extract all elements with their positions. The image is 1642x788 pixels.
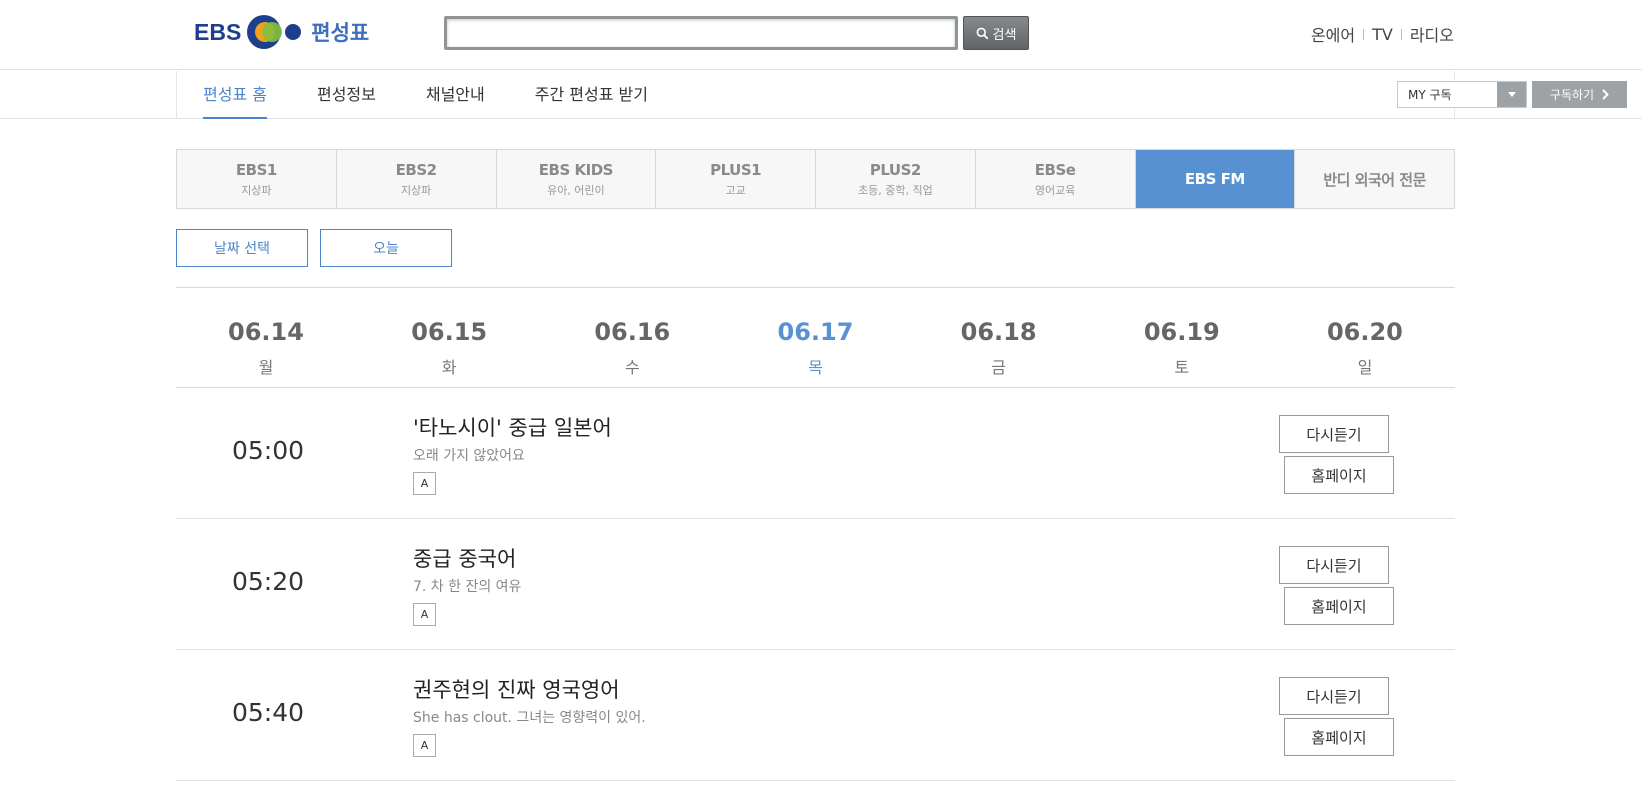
homepage-button[interactable]: 홈페이지 xyxy=(1284,718,1394,756)
day-0617[interactable]: 06.17 목 xyxy=(775,288,855,387)
subscribe-button[interactable]: 구독하기 xyxy=(1532,81,1627,108)
replay-button[interactable]: 다시듣기 xyxy=(1279,677,1389,715)
program-time: 05:00 xyxy=(232,436,305,465)
search-icon xyxy=(976,27,988,39)
divider xyxy=(1400,28,1402,40)
tab-label: EBS1 xyxy=(235,160,277,179)
tab-desc: 고교 xyxy=(725,183,746,197)
date-controls: 날짜 선택 오늘 xyxy=(176,229,452,267)
chevron-right-icon xyxy=(1602,89,1609,100)
day-weekday: 수 xyxy=(624,358,640,377)
grade-badge: A xyxy=(413,472,436,495)
program-subtitle: 7. 차 한 잔의 여유 xyxy=(413,579,522,595)
tab-plus1[interactable]: PLUS1 고교 xyxy=(656,150,816,208)
link-tv[interactable]: TV xyxy=(1372,25,1393,44)
day-date: 06.16 xyxy=(594,318,671,346)
channel-tabs: EBS1 지상파 EBS2 지상파 EBS KIDS 유아, 어린이 PLUS1… xyxy=(176,149,1455,209)
program-time: 05:40 xyxy=(232,698,305,727)
day-date: 06.18 xyxy=(960,318,1037,346)
program-title[interactable]: '타노시이' 중급 일본어 xyxy=(413,412,612,442)
link-radio[interactable]: 라디오 xyxy=(1410,22,1454,46)
tab-bandi[interactable]: 반디 외국어 전문 xyxy=(1295,150,1454,208)
tab-ebse[interactable]: EBSe 영어교육 xyxy=(976,150,1136,208)
replay-button[interactable]: 다시듣기 xyxy=(1279,415,1389,453)
tab-desc: 지상파 xyxy=(400,183,432,197)
day-0616[interactable]: 06.16 수 xyxy=(592,288,672,387)
homepage-button[interactable]: 홈페이지 xyxy=(1284,587,1394,625)
schedule-list: 05:00 '타노시이' 중급 일본어 오래 가지 않았어요 A 다시듣기 홈페… xyxy=(176,388,1455,781)
date-select-button[interactable]: 날짜 선택 xyxy=(176,229,308,267)
tab-ebs1[interactable]: EBS1 지상파 xyxy=(177,150,337,208)
day-weekday: 금 xyxy=(991,358,1006,377)
logo-text: EBS xyxy=(194,18,242,45)
main-nav: 편성표 홈 편성정보 채널안내 주간 편성표 받기 MY 구독 구독하기 xyxy=(0,71,1642,119)
day-0620[interactable]: 06.20 일 xyxy=(1325,288,1405,387)
week-selector: 06.14 월 06.15 화 06.16 수 06.17 목 06.18 금 … xyxy=(176,287,1455,388)
my-select-value: MY 구독 xyxy=(1408,88,1452,102)
tab-ebs-fm[interactable]: EBS FM xyxy=(1135,150,1296,208)
nav-item-home[interactable]: 편성표 홈 xyxy=(203,71,267,119)
day-weekday: 토 xyxy=(1174,358,1190,377)
day-0615[interactable]: 06.15 화 xyxy=(409,288,489,387)
site-header: EBS 편성표 검색 온에어 TV 라디오 xyxy=(0,0,1642,70)
tab-ebs2[interactable]: EBS2 지상파 xyxy=(337,150,497,208)
tab-plus2[interactable]: PLUS2 초등, 중학, 직업 xyxy=(816,150,976,208)
logo-subtitle: 편성표 xyxy=(311,21,370,45)
grade-badge: A xyxy=(413,734,436,757)
chevron-down-icon xyxy=(1497,82,1526,107)
tab-desc: 초등, 중학, 직업 xyxy=(858,183,933,197)
day-weekday: 일 xyxy=(1357,358,1373,377)
search-box xyxy=(444,16,958,50)
ebs-logo-mark-icon xyxy=(247,14,307,50)
tab-label: EBS FM xyxy=(1184,170,1245,188)
search-button-label: 검색 xyxy=(992,27,1017,43)
nav-menu: 편성표 홈 편성정보 채널안내 주간 편성표 받기 xyxy=(203,71,698,119)
tab-desc: 영어교육 xyxy=(1034,183,1076,197)
schedule-row: 05:20 중급 중국어 7. 차 한 잔의 여유 A 다시듣기 홈페이지 xyxy=(176,519,1455,650)
top-links: 온에어 TV 라디오 xyxy=(1311,22,1454,46)
program-title[interactable]: 권주현의 진짜 영국영어 xyxy=(413,674,620,704)
nav-item-weekly[interactable]: 주간 편성표 받기 xyxy=(535,71,648,119)
tab-label: PLUS2 xyxy=(869,160,921,179)
day-date: 06.15 xyxy=(411,318,488,346)
tab-label: EBS KIDS xyxy=(538,160,614,179)
tab-label: PLUS1 xyxy=(710,160,762,179)
day-weekday: 화 xyxy=(441,358,457,377)
link-onair[interactable]: 온에어 xyxy=(1311,22,1355,46)
subscribe-label: 구독하기 xyxy=(1549,88,1595,102)
program-title[interactable]: 중급 중국어 xyxy=(413,543,516,573)
schedule-row: 05:00 '타노시이' 중급 일본어 오래 가지 않았어요 A 다시듣기 홈페… xyxy=(176,388,1455,519)
tab-label: 반디 외국어 전문 xyxy=(1323,170,1426,189)
program-subtitle: She has clout. 그녀는 영향력이 있어. xyxy=(413,710,646,726)
search-button[interactable]: 검색 xyxy=(963,16,1029,50)
day-date: 06.19 xyxy=(1143,318,1220,346)
day-weekday: 목 xyxy=(808,358,823,377)
tab-label: EBSe xyxy=(1034,160,1076,179)
day-date: 06.17 xyxy=(777,318,854,346)
nav-item-channels[interactable]: 채널안내 xyxy=(426,71,485,119)
day-date: 06.14 xyxy=(228,318,304,346)
day-0618[interactable]: 06.18 금 xyxy=(959,288,1039,387)
replay-button[interactable]: 다시듣기 xyxy=(1279,546,1389,584)
tab-desc: 유아, 어린이 xyxy=(547,183,605,197)
grade-badge: A xyxy=(413,603,436,626)
divider xyxy=(1363,28,1365,40)
ebs-logo[interactable]: EBS 편성표 xyxy=(194,12,369,52)
today-button[interactable]: 오늘 xyxy=(320,229,452,267)
homepage-button[interactable]: 홈페이지 xyxy=(1284,456,1394,494)
schedule-row: 05:40 권주현의 진짜 영국영어 She has clout. 그녀는 영향… xyxy=(176,650,1455,781)
nav-item-info[interactable]: 편성정보 xyxy=(317,71,376,119)
program-subtitle: 오래 가지 않았어요 xyxy=(413,448,525,464)
tab-ebs-kids[interactable]: EBS KIDS 유아, 어린이 xyxy=(497,150,657,208)
day-weekday: 월 xyxy=(258,358,274,377)
tab-desc: 지상파 xyxy=(241,183,272,197)
my-subscription-select[interactable]: MY 구독 xyxy=(1397,81,1527,108)
day-date: 06.20 xyxy=(1326,318,1403,346)
day-0619[interactable]: 06.19 토 xyxy=(1142,288,1222,387)
search-input[interactable] xyxy=(447,19,955,47)
tab-label: EBS2 xyxy=(395,160,437,179)
program-time: 05:20 xyxy=(232,567,305,596)
day-0614[interactable]: 06.14 월 xyxy=(226,288,306,387)
